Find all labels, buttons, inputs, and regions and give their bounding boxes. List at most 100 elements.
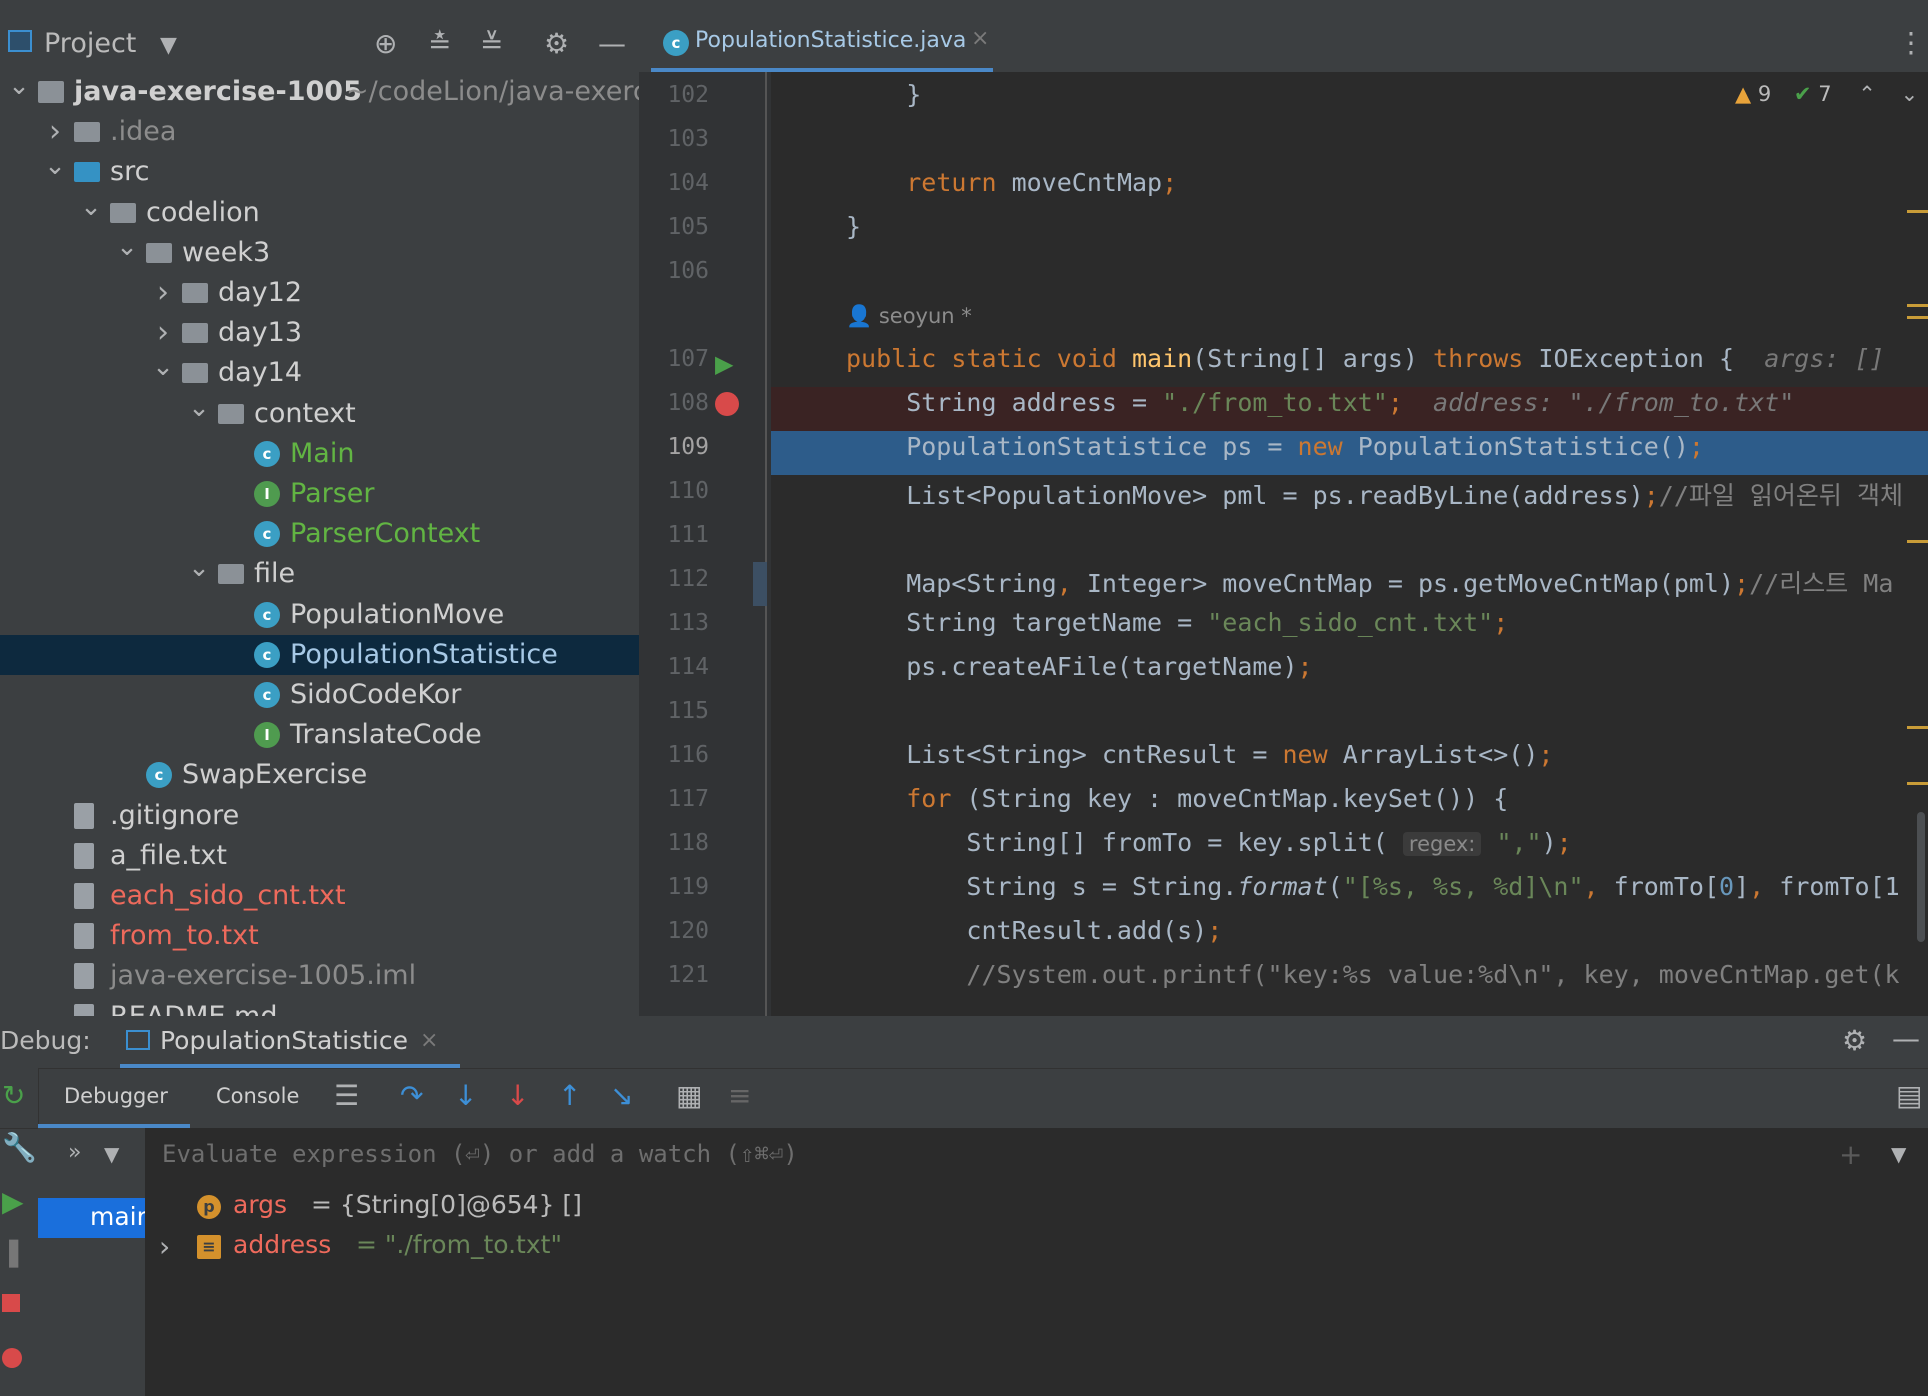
more-options-icon[interactable]: ⋮ <box>1897 26 1925 59</box>
evaluate-expression-input[interactable]: Evaluate expression (⏎) or add a watch (… <box>145 1128 1928 1185</box>
tree-item-label: SidoCodeKor <box>290 679 462 710</box>
close-icon[interactable]: × <box>420 1028 438 1053</box>
chevron-down-icon[interactable]: ⌄ <box>152 347 174 387</box>
tree-item-label: .idea <box>110 116 177 148</box>
collapse-all-icon[interactable]: ≚ <box>480 28 503 60</box>
hide-icon[interactable]: — <box>1892 1022 1920 1055</box>
hide-icon[interactable]: — <box>598 28 626 60</box>
close-icon[interactable]: × <box>971 26 989 51</box>
line-number: 102 <box>667 82 709 108</box>
gear-icon[interactable]: ⚙ <box>1842 1024 1867 1057</box>
step-into-icon[interactable]: ↓ <box>454 1080 477 1112</box>
more-icon[interactable]: » <box>68 1140 81 1165</box>
java-class-icon: c <box>146 762 172 789</box>
package-icon <box>218 564 244 585</box>
tree-item-a-file-txt[interactable]: a_file.txt <box>0 836 639 876</box>
tree-item-sidocodekor[interactable]: c SidoCodeKor <box>0 675 639 715</box>
inspection-widget[interactable]: ▲ 9 ✔ 7 ⌃ ⌄ <box>1735 82 1918 106</box>
tree-item-main[interactable]: c Main <box>0 434 639 474</box>
tree-item-context[interactable]: ⌄ context <box>0 393 639 434</box>
tree-item-codelion[interactable]: ⌄ codelion <box>0 192 639 233</box>
file-icon <box>74 802 94 829</box>
tree-item-week3[interactable]: ⌄ week3 <box>0 232 639 273</box>
add-watch-icon[interactable]: + <box>1839 1138 1862 1171</box>
chevron-down-icon[interactable]: ▼ <box>1891 1142 1906 1166</box>
package-icon <box>182 363 208 384</box>
variable-row[interactable]: › ≡ address = "./from_to.txt" <box>145 1228 1928 1268</box>
wrench-icon[interactable]: 🔧 <box>2 1132 37 1164</box>
variable-row[interactable]: p args = {String[0]@654} [] <box>145 1188 1928 1228</box>
chevron-up-icon[interactable]: ⌃ <box>1858 82 1876 106</box>
tree-item-each-sido-cnt-txt[interactable]: each_sido_cnt.txt <box>0 876 639 916</box>
debug-session-tab[interactable]: PopulationStatistice × <box>120 1016 460 1068</box>
line-number: 112 <box>667 566 709 592</box>
window-title-strip <box>0 0 1928 17</box>
java-class-icon: c <box>254 641 280 668</box>
chevron-down-icon[interactable]: ⌄ <box>188 388 210 428</box>
tree-item-day12[interactable]: › day12 <box>0 273 639 313</box>
evaluate-placeholder: Evaluate expression (⏎) or add a watch (… <box>162 1140 798 1168</box>
author-icon: 👤 <box>846 304 879 328</box>
scroll-markers <box>1905 72 1928 1016</box>
tree-item-day13[interactable]: › day13 <box>0 313 639 353</box>
evaluate-icon[interactable]: ▦ <box>676 1080 702 1112</box>
tree-item-idea[interactable]: › .idea <box>0 112 639 152</box>
tree-item-translatecode[interactable]: I TranslateCode <box>0 715 639 755</box>
line-number: 109 <box>667 434 709 460</box>
project-panel-title[interactable]: Project <box>44 28 136 59</box>
chevron-right-icon[interactable]: › <box>159 1230 170 1263</box>
force-step-into-icon[interactable]: ↓ <box>506 1080 529 1112</box>
tree-item-java-exercise-1005[interactable]: ⌄java-exercise-1005~/codeLion/java-exerc… <box>0 71 639 112</box>
tree-item-java-exercise-1005-iml[interactable]: java-exercise-1005.iml <box>0 956 639 996</box>
tree-item-readme-md[interactable]: README.md <box>0 997 639 1016</box>
editor-tab[interactable]: c PopulationStatistice.java × <box>651 16 993 72</box>
trace-icon[interactable]: ≡ <box>728 1080 751 1112</box>
package-icon <box>182 283 208 303</box>
debug-header: Debug: PopulationStatistice × ⚙ — <box>0 1016 1928 1069</box>
tab-console[interactable]: Console <box>216 1084 299 1108</box>
tree-item-parsercontext[interactable]: c ParserContext <box>0 514 639 554</box>
tree-item-file[interactable]: ⌄ file <box>0 553 639 594</box>
stop-icon[interactable] <box>2 1294 20 1312</box>
tree-item-populationstatistice[interactable]: c PopulationStatistice <box>0 634 639 675</box>
expand-all-icon[interactable]: ≛ <box>428 28 451 60</box>
chevron-down-icon[interactable]: ⌄ <box>44 146 66 186</box>
resume-icon[interactable]: ▶ <box>2 1186 24 1218</box>
tree-item-label: .gitignore <box>110 799 240 831</box>
tree-item-from-to-txt[interactable]: from_to.txt <box>0 916 639 956</box>
gear-icon[interactable]: ⚙ <box>544 28 569 60</box>
breakpoint-icon[interactable] <box>715 392 739 416</box>
run-to-cursor-icon[interactable]: ↘ <box>610 1080 633 1112</box>
step-over-icon[interactable]: ↷ <box>400 1080 423 1112</box>
chevron-down-icon[interactable]: ▼ <box>104 1142 119 1166</box>
chevron-down-icon[interactable]: ⌄ <box>116 227 138 267</box>
pause-icon[interactable]: ❚ <box>2 1236 25 1268</box>
tree-item-swapexercise[interactable]: c SwapExercise <box>0 755 639 795</box>
code-line: PopulationStatistice ps = new Population… <box>846 432 1704 461</box>
line-number: 104 <box>667 170 709 196</box>
chevron-down-icon[interactable]: ⌄ <box>188 548 210 588</box>
run-icon[interactable]: ▶ <box>715 350 733 378</box>
editor-gutter: 102 103 104 105 106 107 108 109 110 111 112 113 114 1… <box>639 72 771 1016</box>
line-number: 115 <box>667 698 709 724</box>
layout-icon[interactable]: ▤ <box>1896 1080 1922 1112</box>
tree-item-parser[interactable]: I Parser <box>0 474 639 514</box>
java-class-icon: c <box>254 440 280 467</box>
show-frames-icon[interactable]: ☰ <box>334 1080 359 1112</box>
tree-item-label: week3 <box>182 236 271 268</box>
chevron-right-icon[interactable]: › <box>152 273 174 313</box>
view-breakpoints-icon[interactable] <box>2 1348 22 1368</box>
frame-item[interactable]: main <box>38 1198 152 1238</box>
tab-debugger[interactable]: Debugger <box>64 1084 168 1108</box>
chevron-down-icon[interactable]: ⌄ <box>80 187 102 227</box>
locate-icon[interactable]: ⊕ <box>374 28 397 60</box>
step-out-icon[interactable]: ↑ <box>558 1080 581 1112</box>
code-editor[interactable]: } return moveCntMap;} 👤 seoyun * public st… <box>771 72 1928 1016</box>
tree-item-label: context <box>254 397 356 429</box>
tree-item-gitignore[interactable]: .gitignore <box>0 796 639 836</box>
tree-item-day14[interactable]: ⌄ day14 <box>0 352 639 393</box>
tree-item-label: java-exercise-1005 <box>74 76 362 107</box>
tree-item-populationmove[interactable]: c PopulationMove <box>0 595 639 635</box>
chevron-down-icon[interactable]: ▼ <box>160 30 177 62</box>
chevron-down-icon[interactable]: ⌄ <box>8 66 30 106</box>
